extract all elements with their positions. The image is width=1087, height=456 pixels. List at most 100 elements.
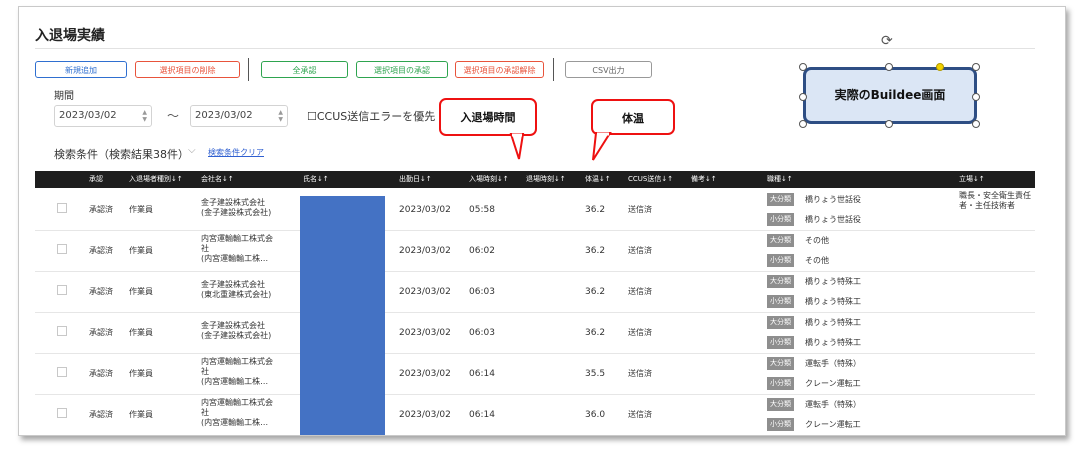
col-work-date[interactable]: 出勤日↓↑	[399, 174, 432, 184]
entry-time: 06:03	[469, 328, 495, 338]
major-category-badge: 大分類	[767, 357, 794, 370]
csv-export-button[interactable]: CSV出力	[565, 61, 652, 78]
rotate-icon[interactable]: ⟳	[881, 33, 893, 49]
toolbar-separator	[248, 58, 249, 81]
company-name: 金子建設株式会社 (金子建設株式会社)	[201, 321, 271, 341]
approve-all-button[interactable]: 全承認	[261, 61, 348, 78]
row-checkbox[interactable]	[57, 326, 67, 336]
resize-handle[interactable]	[799, 93, 807, 101]
approval-status: 承認済	[89, 246, 113, 255]
approval-status: 承認済	[89, 205, 113, 214]
entry-type: 作業員	[129, 246, 153, 255]
resize-handle[interactable]	[972, 120, 980, 128]
date-to-input[interactable]: 2023/03/02 ▲ ▼	[190, 105, 288, 127]
range-separator: ～	[167, 109, 180, 123]
resize-handle[interactable]	[799, 63, 807, 71]
masked-name	[300, 312, 385, 353]
resize-handle[interactable]	[972, 93, 980, 101]
resize-handle[interactable]	[799, 120, 807, 128]
date-from-value: 2023/03/02	[59, 110, 117, 121]
callout-tail	[592, 132, 612, 161]
col-name[interactable]: 氏名↓↑	[303, 174, 329, 184]
approve-selected-button[interactable]: 選択項目の承認	[356, 61, 448, 78]
entry-type: 作業員	[129, 369, 153, 378]
minor-category: 橋りょう世話役	[805, 215, 861, 224]
minor-category-badge: 小分類	[767, 213, 794, 226]
company-line: (金子建設株式会社)	[201, 331, 272, 340]
entry-time: 05:58	[469, 205, 495, 215]
col-approval[interactable]: 承認	[89, 174, 103, 184]
masked-name	[300, 394, 385, 435]
table-row[interactable]: 承認済 作業員 金子建設株式会社 (金子建設株式会社) 2023/03/02 06:03 3…	[35, 312, 1035, 354]
major-category: 運転手（特殊）	[805, 400, 861, 409]
ccus-status: 送信済	[628, 287, 652, 296]
ccus-status: 送信済	[628, 410, 652, 419]
spinner-icon[interactable]: ▲ ▼	[142, 109, 147, 123]
col-exit-time[interactable]: 退場時刻↓↑	[526, 174, 566, 184]
row-checkbox[interactable]	[57, 203, 67, 213]
toolbar-separator	[553, 58, 554, 81]
row-checkbox[interactable]	[57, 244, 67, 254]
major-category: 運転手（特殊）	[805, 359, 861, 368]
work-date: 2023/03/02	[399, 369, 451, 379]
minor-category-badge: 小分類	[767, 377, 794, 390]
col-occupation[interactable]: 職種↓↑	[767, 174, 793, 184]
resize-handle[interactable]	[885, 120, 893, 128]
col-company[interactable]: 会社名↓↑	[201, 174, 234, 184]
masked-name	[300, 196, 385, 230]
buildee-screen-label: 実際のBuildee画面	[803, 67, 977, 124]
minor-category-badge: 小分類	[767, 418, 794, 431]
temperature: 36.2	[585, 287, 606, 297]
table-row[interactable]: 承認済 作業員 金子建設株式会社 (東北重建株式会社) 2023/03/02 06:03 3…	[35, 271, 1035, 313]
table-row[interactable]: 承認済 作業員 内宮運輸輸工株式会社 (内宮運輸輸工株… 2023/03/02 06:14…	[35, 353, 1035, 395]
ccus-error-priority-checkbox[interactable]: ☐CCUS送信エラーを優先	[307, 108, 435, 124]
col-temperature[interactable]: 体温↓↑	[585, 174, 611, 184]
major-category-badge: 大分類	[767, 316, 794, 329]
row-checkbox[interactable]	[57, 285, 67, 295]
col-notes[interactable]: 備考↓↑	[691, 174, 717, 184]
col-entry-time[interactable]: 入場時刻↓↑	[469, 174, 509, 184]
row-checkbox[interactable]	[57, 367, 67, 377]
chevron-down-icon[interactable]: ⌵	[188, 145, 196, 156]
date-from-input[interactable]: 2023/03/02 ▲ ▼	[54, 105, 152, 127]
entry-time: 06:02	[469, 246, 495, 256]
minor-category: 橋りょう特殊工	[805, 338, 861, 347]
work-date: 2023/03/02	[399, 410, 451, 420]
row-checkbox[interactable]	[57, 408, 67, 418]
delete-selected-button[interactable]: 選択項目の削除	[135, 61, 240, 78]
major-category-badge: 大分類	[767, 275, 794, 288]
adjust-handle[interactable]	[936, 63, 944, 71]
unapprove-selected-button[interactable]: 選択項目の承認解除	[455, 61, 544, 78]
minor-category-badge: 小分類	[767, 295, 794, 308]
company-line: (内宮運輸輸工株…	[201, 254, 269, 263]
spinner-icon[interactable]: ▲ ▼	[278, 109, 283, 123]
clear-conditions-link[interactable]: 検索条件クリア	[208, 147, 264, 158]
company-name: 内宮運輸輸工株式会社 (内宮運輸輸工株…	[201, 357, 273, 387]
company-name: 内宮運輸輸工株式会社 (内宮運輸輸工株…	[201, 234, 273, 264]
search-conditions-label[interactable]: 検索条件（検索結果38件）	[54, 146, 189, 162]
masked-name	[300, 271, 385, 312]
company-line: 金子建設株式会社	[201, 321, 265, 330]
major-category: 橋りょう特殊工	[805, 277, 861, 286]
table-row[interactable]: 承認済 作業員 金子建設株式会社 (金子建設株式会社) 2023/03/02 05:58 3…	[35, 189, 1035, 231]
company-name: 金子建設株式会社 (東北重建株式会社)	[201, 280, 271, 300]
col-position[interactable]: 立場↓↑	[959, 174, 985, 184]
resize-handle[interactable]	[885, 63, 893, 71]
period-label: 期間	[54, 91, 74, 102]
table-row[interactable]: 承認済 作業員 内宮運輸輸工株式会社 (内宮運輸輸工株… 2023/03/02 06:14…	[35, 394, 1035, 435]
entry-type: 作業員	[129, 205, 153, 214]
temperature: 35.5	[585, 369, 606, 379]
entry-type: 作業員	[129, 410, 153, 419]
resize-handle[interactable]	[972, 63, 980, 71]
temperature: 36.0	[585, 410, 606, 420]
entry-time: 06:14	[469, 369, 495, 379]
col-entry-type[interactable]: 入退場者種別↓↑	[129, 174, 183, 184]
entry-time-callout: 入退場時間	[439, 98, 537, 136]
col-ccus[interactable]: CCUS送信↓↑	[628, 174, 673, 184]
table-row[interactable]: 承認済 作業員 内宮運輸輸工株式会社 (内宮運輸輸工株… 2023/03/02 06:02…	[35, 230, 1035, 272]
company-line: 内宮運輸輸工株式会	[201, 357, 273, 366]
ccus-status: 送信済	[628, 369, 652, 378]
company-name: 金子建設株式会社 (金子建設株式会社)	[201, 198, 271, 218]
new-button[interactable]: 新規追加	[35, 61, 127, 78]
major-category: 橋りょう特殊工	[805, 318, 861, 327]
